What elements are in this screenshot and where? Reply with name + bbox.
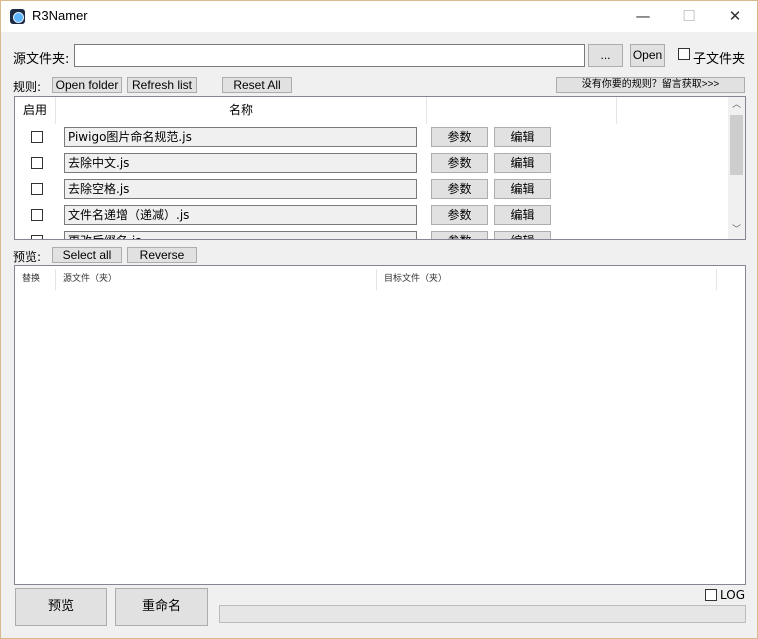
rule-name[interactable]: 去除中文.js xyxy=(64,153,417,173)
rule-row: 文件名递增（递减）.js 参数 编辑 xyxy=(15,202,728,228)
close-icon[interactable]: ✕ xyxy=(712,1,758,32)
log-label: LOG xyxy=(720,588,746,602)
preview-label: 预览: xyxy=(13,250,42,264)
rules-label: 规则: xyxy=(13,80,42,94)
scroll-down-icon[interactable]: ﹀ xyxy=(728,222,745,239)
open-button[interactable]: Open xyxy=(630,44,665,67)
rule-edit-button[interactable]: 编辑 xyxy=(494,179,551,199)
preview-list[interactable]: 替换 源文件（夹） 目标文件（夹） xyxy=(14,265,746,585)
maximize-icon[interactable]: ☐ xyxy=(666,1,712,32)
rule-row: Piwigo图片命名规范.js 参数 编辑 xyxy=(15,124,728,150)
scrollbar-thumb[interactable] xyxy=(730,115,743,175)
rule-name[interactable]: Piwigo图片命名规范.js xyxy=(64,127,417,147)
rule-enabled-checkbox[interactable] xyxy=(31,209,43,221)
rename-button[interactable]: 重命名 xyxy=(115,588,208,626)
rule-params-button[interactable]: 参数 xyxy=(431,179,488,199)
window-title: R3Namer xyxy=(32,8,88,23)
name-column-header[interactable]: 名称 xyxy=(56,97,426,124)
rules-scrollbar[interactable]: ︿ ﹀ xyxy=(728,97,745,239)
enabled-column-header[interactable]: 启用 xyxy=(15,97,55,124)
target-column-header[interactable]: 目标文件（夹） xyxy=(377,266,717,292)
rule-row: 去除空格.js 参数 编辑 xyxy=(15,176,728,202)
rule-name[interactable]: 文件名递增（递减）.js xyxy=(64,205,417,225)
minimize-icon[interactable]: — xyxy=(620,1,666,32)
rule-enabled-checkbox[interactable] xyxy=(31,183,43,195)
open-folder-button[interactable]: Open folder xyxy=(52,77,122,93)
source-folder-input[interactable] xyxy=(74,44,585,67)
main-window: R3Namer — ☐ ✕ 源文件夹: ... Open 子文件夹 规则: Op… xyxy=(0,0,758,639)
title-bar[interactable]: R3Namer — ☐ ✕ xyxy=(1,1,757,32)
rule-params-button[interactable]: 参数 xyxy=(431,205,488,225)
subfolder-label: 子文件夹 xyxy=(693,52,746,67)
source-folder-label: 源文件夹: xyxy=(13,52,70,67)
preview-button[interactable]: 预览 xyxy=(15,588,107,626)
rule-params-button[interactable]: 参数 xyxy=(431,231,488,239)
get-rules-button[interactable]: 没有你要的规则？留言获取>>> xyxy=(556,77,745,93)
rule-row: 更改后缀名.js 参数 编辑 xyxy=(15,228,728,239)
rule-params-button[interactable]: 参数 xyxy=(431,153,488,173)
rules-grid-header: 启用 名称 xyxy=(15,97,728,124)
rule-enabled-checkbox[interactable] xyxy=(31,157,43,169)
reverse-button[interactable]: Reverse xyxy=(127,247,197,263)
column-divider xyxy=(616,97,617,124)
refresh-list-button[interactable]: Refresh list xyxy=(127,77,197,93)
progress-bar xyxy=(219,605,746,623)
rule-name[interactable]: 更改后缀名.js xyxy=(64,231,417,239)
rule-edit-button[interactable]: 编辑 xyxy=(494,153,551,173)
rule-edit-button[interactable]: 编辑 xyxy=(494,205,551,225)
column-divider xyxy=(716,269,717,290)
browse-button[interactable]: ... xyxy=(588,44,623,67)
reset-all-button[interactable]: Reset All xyxy=(222,77,292,93)
rule-name[interactable]: 去除空格.js xyxy=(64,179,417,199)
rule-enabled-checkbox[interactable] xyxy=(31,235,43,239)
subfolder-checkbox[interactable] xyxy=(678,48,690,60)
app-icon xyxy=(10,9,25,24)
rule-params-button[interactable]: 参数 xyxy=(431,127,488,147)
source-column-header[interactable]: 源文件（夹） xyxy=(56,266,376,292)
rule-edit-button[interactable]: 编辑 xyxy=(494,231,551,239)
rule-edit-button[interactable]: 编辑 xyxy=(494,127,551,147)
log-checkbox[interactable] xyxy=(705,589,717,601)
rules-grid: 启用 名称 Piwigo图片命名规范.js 参数 编辑 去除中文.js 参数 编… xyxy=(14,96,746,240)
column-divider xyxy=(426,97,427,124)
rule-row: 去除中文.js 参数 编辑 xyxy=(15,150,728,176)
replace-column-header[interactable]: 替换 xyxy=(15,266,55,292)
rule-enabled-checkbox[interactable] xyxy=(31,131,43,143)
scroll-up-icon[interactable]: ︿ xyxy=(728,97,745,114)
select-all-button[interactable]: Select all xyxy=(52,247,122,263)
